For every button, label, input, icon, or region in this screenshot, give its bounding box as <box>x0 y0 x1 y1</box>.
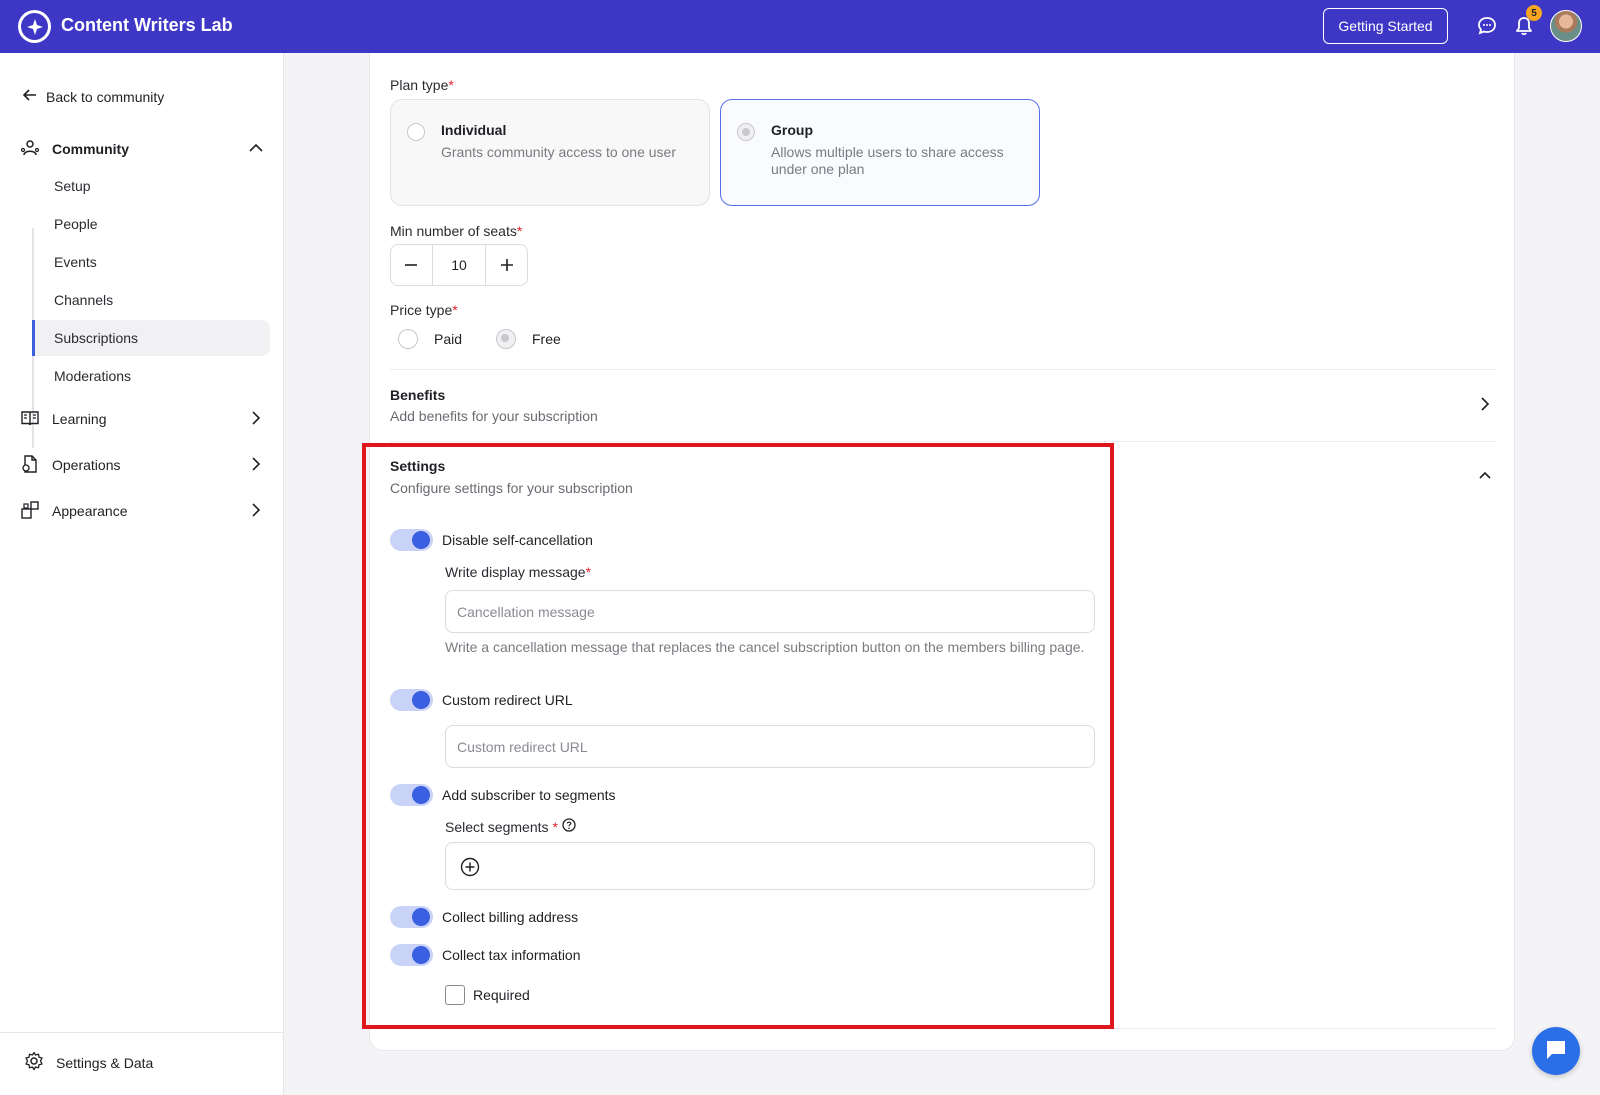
toggle-label: Collect billing address <box>442 909 579 925</box>
benefits-title: Benefits <box>390 387 446 403</box>
app-title: Content Writers Lab <box>61 15 233 35</box>
chevron-up-icon[interactable] <box>248 140 264 159</box>
collect-tax-row: Collect tax information <box>390 944 581 966</box>
add-to-segments-row: Add subscriber to segments <box>390 784 616 806</box>
community-label: Community <box>52 141 129 157</box>
collect-billing-toggle[interactable] <box>390 906 433 928</box>
seats-value[interactable]: 10 <box>431 245 487 285</box>
custom-redirect-input[interactable] <box>445 725 1095 768</box>
plan-option-desc: Grants community access to one user <box>441 144 676 160</box>
radio-group[interactable] <box>737 123 755 141</box>
disable-self-cancellation-toggle[interactable] <box>390 529 433 551</box>
chat-icon <box>1543 1037 1569 1066</box>
operations-label: Operations <box>52 457 121 473</box>
price-option-paid[interactable]: Paid <box>398 329 462 349</box>
sidebar-item-setup[interactable]: Setup <box>32 168 270 204</box>
radio-paid[interactable] <box>398 329 418 349</box>
plan-option-title: Individual <box>441 122 507 138</box>
benefits-desc: Add benefits for your subscription <box>390 408 598 424</box>
disable-self-cancellation-row: Disable self-cancellation <box>390 529 593 551</box>
top-bar: Content Writers Lab Getting Started 5 <box>0 0 1600 53</box>
add-to-segments-toggle[interactable] <box>390 784 433 806</box>
decrement-button[interactable] <box>391 245 432 285</box>
sidebar-footer: Settings & Data <box>0 1032 283 1095</box>
plan-option-desc: Allows multiple users to share access un… <box>771 144 1004 177</box>
sidebar-item-people[interactable]: People <box>32 206 270 242</box>
shapes-icon <box>20 500 40 523</box>
plan-option-group[interactable]: Group Allows multiple users to share acc… <box>720 99 1040 206</box>
settings-data-label: Settings & Data <box>56 1054 154 1071</box>
sidebar-item-subscriptions[interactable]: Subscriptions <box>32 320 270 356</box>
minus-icon <box>405 264 418 266</box>
back-label: Back to community <box>46 88 165 105</box>
checkbox-label: Required <box>473 987 530 1003</box>
chevron-up-icon[interactable] <box>1478 469 1492 486</box>
document-gear-icon <box>20 454 40 477</box>
price-option-free[interactable]: Free <box>496 329 561 349</box>
arrow-left-icon <box>22 87 38 106</box>
sidebar: Back to community Community Setup People… <box>0 53 284 1095</box>
radio-individual[interactable] <box>407 123 425 141</box>
price-option-label: Paid <box>434 331 463 347</box>
tax-required-checkbox-row[interactable]: Required <box>445 985 530 1005</box>
chevron-right-icon[interactable] <box>1478 397 1492 414</box>
cancellation-help-text: Write a cancellation message that replac… <box>445 639 1085 655</box>
sidebar-item-channels[interactable]: Channels <box>32 282 270 318</box>
toggle-label: Disable self-cancellation <box>442 532 593 548</box>
book-icon <box>20 408 40 431</box>
getting-started-button[interactable]: Getting Started <box>1323 8 1448 44</box>
price-option-label: Free <box>532 331 561 347</box>
divider <box>390 1028 1496 1029</box>
chat-bubble-icon[interactable] <box>1476 15 1498 37</box>
toggle-label: Collect tax information <box>442 947 581 963</box>
settings-title: Settings <box>390 458 446 474</box>
sidebar-item-operations[interactable]: Operations <box>20 451 264 479</box>
settings-desc: Configure settings for your subscription <box>390 480 633 496</box>
plan-type-label: Plan type* <box>390 77 454 93</box>
subscription-form-card: Plan type* Individual Grants community a… <box>369 53 1515 1051</box>
sidebar-item-events[interactable]: Events <box>32 244 270 280</box>
segments-select[interactable] <box>445 842 1095 890</box>
sidebar-item-learning[interactable]: Learning <box>20 405 264 433</box>
custom-redirect-row: Custom redirect URL <box>390 689 573 711</box>
app-logo[interactable] <box>18 10 51 43</box>
tax-required-checkbox[interactable] <box>445 985 465 1005</box>
toggle-label: Add subscriber to segments <box>442 787 616 803</box>
help-circle-icon[interactable] <box>562 818 576 835</box>
toggle-label: Custom redirect URL <box>442 692 573 708</box>
seats-stepper: 10 <box>390 244 528 286</box>
add-circle-icon[interactable] <box>460 857 480 880</box>
avatar[interactable] <box>1550 10 1582 42</box>
plus-icon <box>500 259 513 271</box>
chevron-right-icon[interactable] <box>248 456 264 475</box>
sidebar-item-community[interactable]: Community <box>20 135 264 163</box>
chevron-right-icon[interactable] <box>248 502 264 521</box>
community-icon <box>20 138 40 161</box>
learning-label: Learning <box>52 411 107 427</box>
plan-option-individual[interactable]: Individual Grants community access to on… <box>390 99 710 206</box>
price-type-label: Price type* <box>390 302 458 318</box>
collect-billing-row: Collect billing address <box>390 906 578 928</box>
gear-icon <box>24 1051 44 1074</box>
divider <box>390 441 1496 442</box>
back-to-community-link[interactable]: Back to community <box>22 87 164 106</box>
custom-redirect-toggle[interactable] <box>390 689 433 711</box>
plan-option-title: Group <box>771 122 813 138</box>
appearance-label: Appearance <box>52 503 128 519</box>
cancellation-message-input[interactable] <box>445 590 1095 633</box>
collect-tax-toggle[interactable] <box>390 944 433 966</box>
notification-badge: 5 <box>1526 5 1542 21</box>
radio-free[interactable] <box>496 329 516 349</box>
chat-support-button[interactable] <box>1532 1027 1580 1075</box>
sidebar-item-moderations[interactable]: Moderations <box>32 358 270 394</box>
sidebar-item-appearance[interactable]: Appearance <box>20 497 264 525</box>
chevron-right-icon[interactable] <box>248 410 264 429</box>
seats-label: Min number of seats* <box>390 223 523 239</box>
settings-data-link[interactable]: Settings & Data <box>24 1051 153 1074</box>
select-segments-label: Select segments * <box>445 818 576 835</box>
display-message-label: Write display message* <box>445 564 592 580</box>
sparkle-icon <box>21 13 48 40</box>
divider <box>390 369 1496 370</box>
increment-button[interactable] <box>486 245 527 285</box>
